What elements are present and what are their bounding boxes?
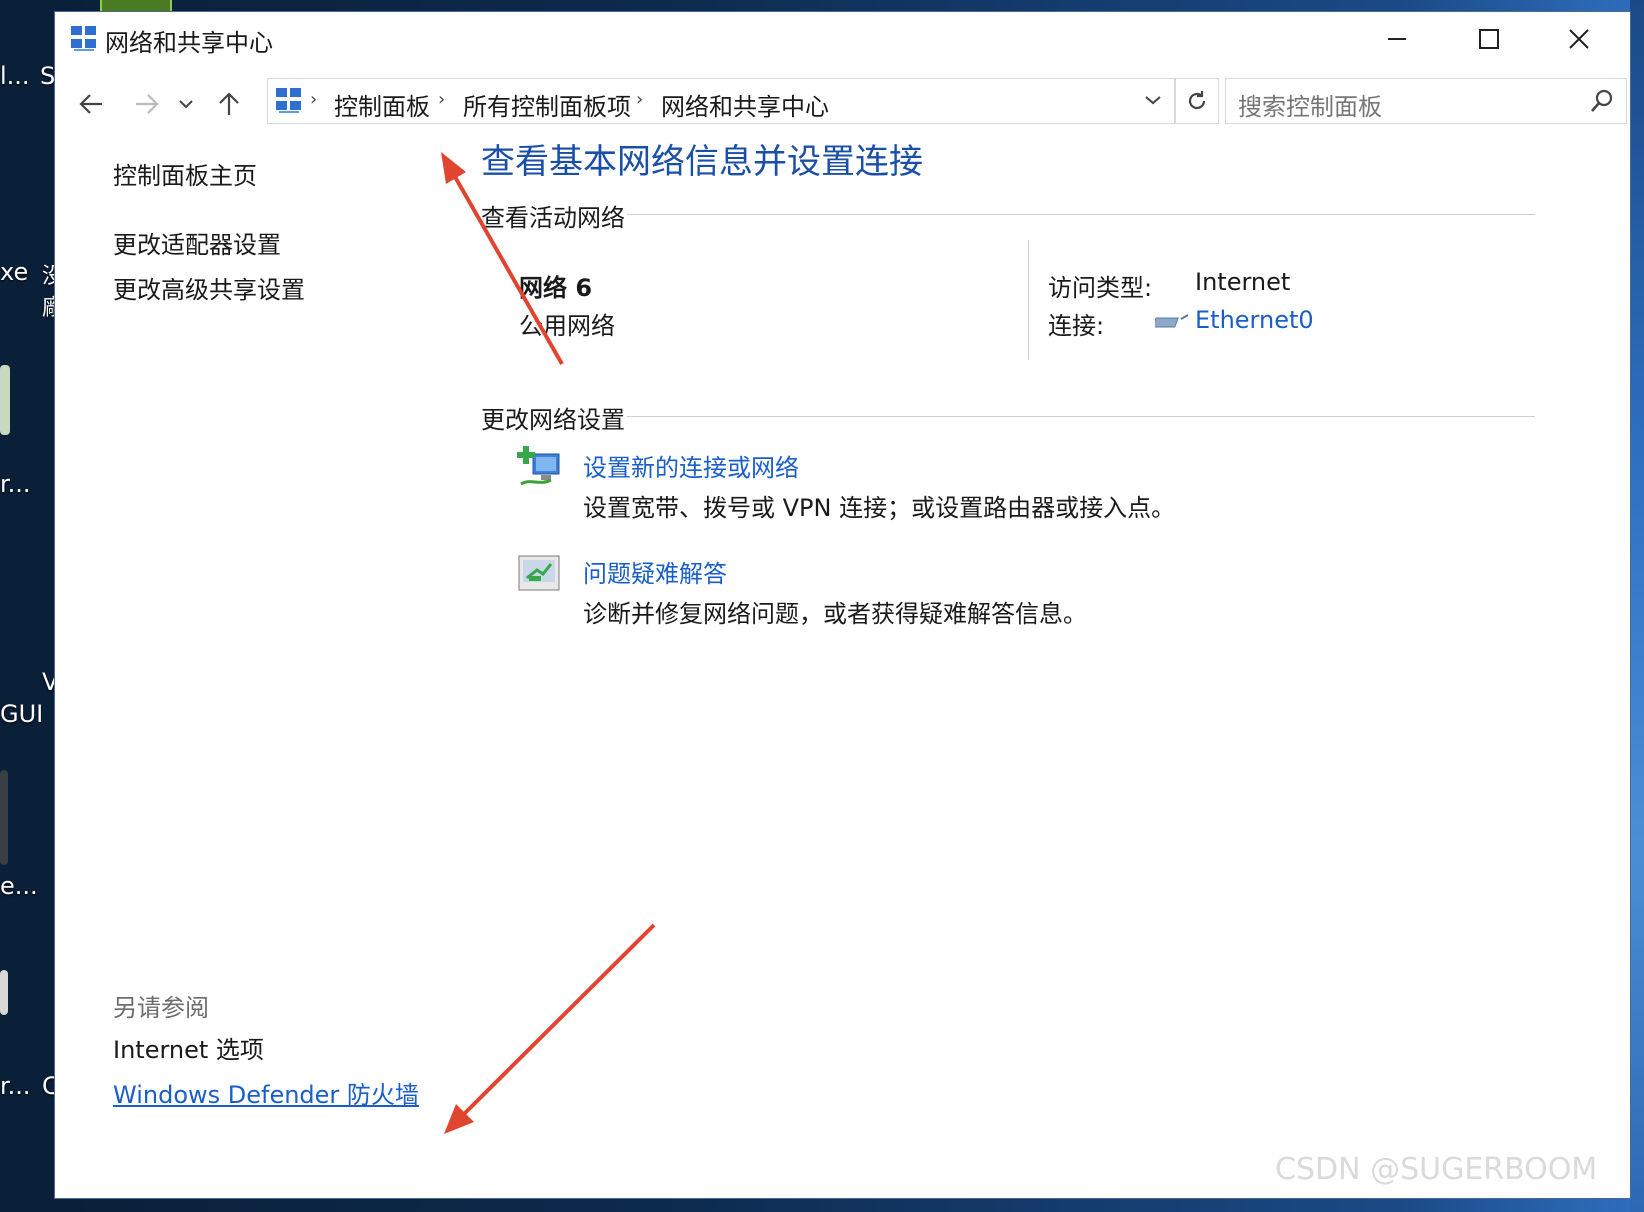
arrow-up-annotation bbox=[441, 152, 564, 365]
annotation-arrows bbox=[441, 152, 656, 1134]
watermark-text: CSDN @SUGERBOOM bbox=[1275, 1152, 1598, 1187]
arrow-down-annotation bbox=[444, 923, 656, 1134]
